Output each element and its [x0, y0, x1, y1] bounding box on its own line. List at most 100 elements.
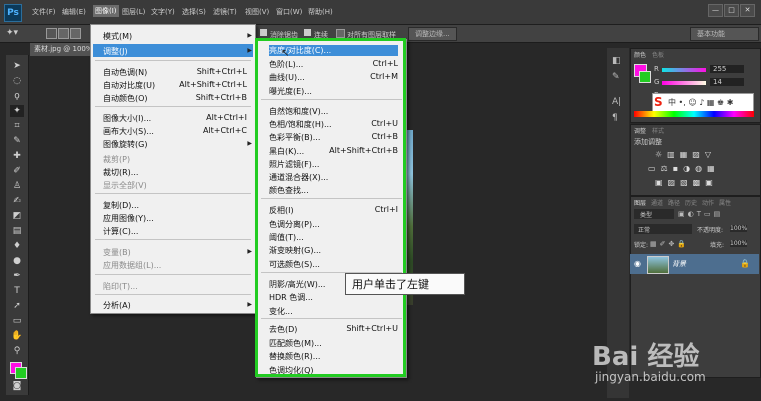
hand-tool-icon[interactable]: ✋ — [10, 330, 24, 342]
lasso-tool-icon[interactable]: ϙ — [10, 90, 24, 102]
antialias-checkbox[interactable] — [260, 29, 267, 36]
brush-panel-icon[interactable]: ✎ — [612, 72, 620, 82]
image-menu-item[interactable]: 画布大小(S)... Alt+Ctrl+C — [103, 126, 247, 137]
fill-field[interactable]: 100% — [730, 240, 748, 247]
image-menu-item-shortcut: Shift+Ctrl+L — [196, 67, 247, 76]
clone-stamp-tool-icon[interactable]: ♙ — [10, 180, 24, 192]
styles-tab[interactable]: 样式 — [652, 126, 664, 135]
background-color-swatch[interactable] — [15, 367, 27, 379]
menu-9[interactable]: 帮助(H) — [308, 7, 333, 17]
shape-tool-icon[interactable]: ▭ — [10, 315, 24, 327]
image-menu-item-label: 裁剪(P) — [103, 155, 131, 164]
history-brush-tool-icon[interactable]: ✍ — [10, 195, 24, 207]
adjustments-tab[interactable]: 调整 — [634, 126, 646, 135]
image-menu-item[interactable]: 分析(A) — [103, 300, 247, 311]
color-panel-bg-swatch[interactable] — [639, 71, 651, 83]
crop-tool-icon[interactable]: ⌗ — [10, 120, 24, 132]
subtract-selection-icon[interactable] — [70, 28, 81, 39]
quick-select-tool-icon[interactable]: ✦ — [10, 105, 24, 117]
dodge-tool-icon[interactable]: ● — [10, 255, 24, 267]
color-tab[interactable]: 颜色 — [634, 50, 646, 59]
menu-1[interactable]: 编辑(E) — [62, 7, 86, 17]
image-menu-item[interactable]: 自动颜色(O) Shift+Ctrl+B — [103, 93, 247, 104]
refine-edge-button[interactable]: 调整边缘... — [408, 27, 457, 41]
menu-separator — [95, 239, 251, 240]
quick-mask-icon[interactable]: ◙ — [10, 380, 24, 392]
color-ramp[interactable] — [634, 111, 754, 117]
image-menu-item[interactable]: 自动色调(N) Shift+Ctrl+L — [103, 67, 247, 78]
menu-8[interactable]: 窗口(W) — [276, 7, 302, 17]
opacity-field[interactable]: 100% — [730, 225, 748, 232]
layers-panel-tab[interactable]: 路径 — [668, 198, 680, 207]
close-button[interactable]: ✕ — [740, 4, 755, 17]
menu-3[interactable]: 图层(L) — [122, 7, 145, 17]
layers-panel-tab[interactable]: 历史 — [685, 198, 697, 207]
image-menu-item-shortcut: Shift+Ctrl+B — [195, 93, 247, 102]
eyedropper-tool-icon[interactable]: ✎ — [10, 135, 24, 147]
image-menu-item[interactable]: 计算(C)... — [103, 226, 247, 237]
pen-tool-icon[interactable]: ✒ — [10, 270, 24, 282]
r-value-field[interactable]: 255 — [710, 65, 744, 73]
adjustment-icons-row-2[interactable]: ▭⚖▪◑◍▦ — [648, 164, 720, 173]
g-slider[interactable] — [662, 81, 706, 85]
image-menu-item[interactable]: 应用图像(Y)... — [103, 213, 247, 224]
watermark-url: jingyan.baidu.com — [595, 370, 706, 384]
menu-4[interactable]: 文字(Y) — [151, 7, 175, 17]
layers-panel-tab[interactable]: 图层 — [634, 198, 646, 207]
workspace-switcher[interactable]: 基本功能 — [690, 27, 759, 41]
image-menu-item[interactable]: 调整(J) — [103, 46, 247, 57]
path-selection-tool-icon[interactable]: ➚ — [10, 300, 24, 312]
sample-all-layers-checkbox[interactable] — [336, 29, 345, 38]
lock-icons[interactable]: ▦✐✥🔒 — [650, 240, 689, 248]
ime-tools-icons[interactable]: 中 •, ☺ ♪ ▦ ♚ ✱ — [668, 97, 733, 108]
character-panel-icon[interactable]: A| — [612, 97, 621, 107]
menu-6[interactable]: 滤镜(T) — [213, 7, 237, 17]
layers-panel-tab[interactable]: 动作 — [702, 198, 714, 207]
paragraph-panel-icon[interactable]: ¶ — [612, 113, 618, 123]
adjustment-icons-row-3[interactable]: ▣▨▧▩▣ — [655, 178, 718, 187]
contiguous-checkbox[interactable] — [304, 29, 311, 36]
image-menu: 模式(M) ▶ 调整(J) ▶ 自动色调(N) Shift+Ctrl+L 自动对比度(U) A… — [90, 24, 256, 314]
menu-2[interactable]: 图像(I) — [93, 5, 119, 17]
add-selection-icon[interactable] — [58, 28, 69, 39]
image-menu-item-label: 自动对比度(U) — [103, 81, 156, 90]
r-slider[interactable] — [662, 68, 706, 72]
swatches-tab[interactable]: 色板 — [652, 50, 664, 59]
image-menu-item[interactable]: 自动对比度(U) Alt+Shift+Ctrl+L — [103, 80, 247, 91]
sogou-ime-icon[interactable]: S — [654, 95, 663, 109]
brush-tool-icon[interactable]: ✐ — [10, 165, 24, 177]
healing-brush-tool-icon[interactable]: ✚ — [10, 150, 24, 162]
image-menu-item-label: 计算(C)... — [103, 227, 139, 236]
menu-5[interactable]: 选择(S) — [182, 7, 206, 17]
type-tool-icon[interactable]: T — [10, 285, 24, 297]
layers-panel-tab[interactable]: 属性 — [719, 198, 731, 207]
menu-0[interactable]: 文件(F) — [32, 7, 56, 17]
magic-wand-tool-icon[interactable]: ✦▾ — [6, 28, 18, 38]
maximize-button[interactable]: □ — [724, 4, 739, 17]
eraser-tool-icon[interactable]: ◩ — [10, 210, 24, 222]
layer-name[interactable]: 背景 — [672, 259, 686, 269]
new-selection-icon[interactable] — [46, 28, 57, 39]
g-value-field[interactable]: 14 — [710, 78, 744, 86]
image-menu-item[interactable]: 图像旋转(G) — [103, 139, 247, 150]
image-menu-item[interactable]: 复制(D)... — [103, 200, 247, 211]
adjustment-icons-row-1[interactable]: ☼▥▦▨▽ — [655, 150, 716, 159]
layers-panel-tab[interactable]: 通道 — [651, 198, 663, 207]
menu-7[interactable]: 视图(V) — [245, 7, 269, 17]
blend-mode-value: 正常 — [638, 227, 651, 234]
image-menu-item[interactable]: 图像大小(I)... Alt+Ctrl+I — [103, 113, 247, 124]
minimize-button[interactable]: — — [708, 4, 723, 17]
move-tool-icon[interactable]: ➤ — [10, 60, 24, 72]
image-menu-item[interactable]: 模式(M) — [103, 31, 247, 42]
blur-tool-icon[interactable]: ♦ — [10, 240, 24, 252]
layer-visibility-eye-icon[interactable]: ◉ — [634, 259, 641, 268]
submenu-arrow-icon: ▶ — [247, 301, 252, 308]
image-menu-item-label: 自动色调(N) — [103, 68, 148, 77]
history-panel-icon[interactable]: ◧ — [612, 56, 621, 66]
marquee-tool-icon[interactable]: ◌ — [10, 75, 24, 87]
image-menu-item[interactable]: 裁切(R)... — [103, 167, 247, 178]
gradient-tool-icon[interactable]: ▤ — [10, 225, 24, 237]
zoom-tool-icon[interactable]: ⚲ — [10, 345, 24, 357]
layer-filter-icons[interactable]: ▣◐T▭▤ — [678, 210, 723, 218]
menu-separator — [95, 274, 251, 275]
